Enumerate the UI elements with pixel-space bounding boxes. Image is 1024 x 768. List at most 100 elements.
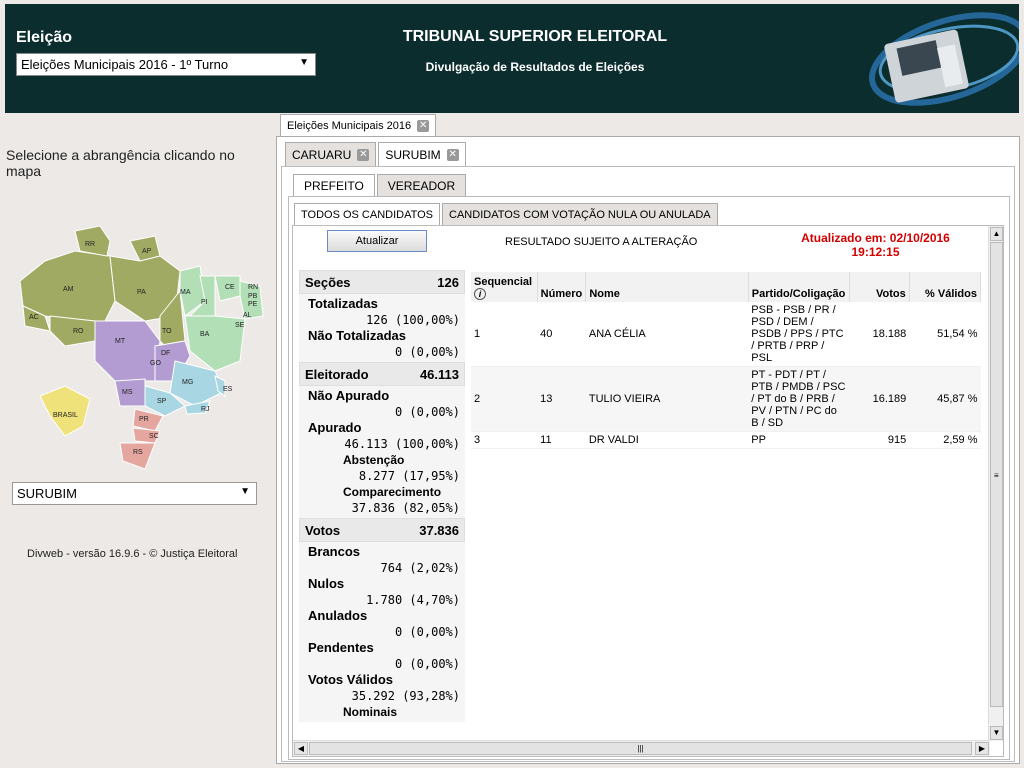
secoes-block: Totalizadas 126 (100,00%) Não Totalizada… <box>299 294 465 362</box>
scroll-left-icon[interactable]: ◀ <box>294 742 308 755</box>
cargo-tab-content: TODOS OS CANDIDATOS CANDIDATOS COM VOTAÇÃ… <box>288 196 1010 760</box>
anulados-value: 0 (0,00%) <box>394 625 460 639</box>
table-header-row: Sequencial i Número Nome Partido/Coligaç… <box>471 272 982 302</box>
close-icon[interactable]: ✕ <box>357 148 370 161</box>
atualizado-date: Atualizado em: 02/10/2016 <box>801 231 950 245</box>
col-validos[interactable]: % Válidos <box>909 272 982 302</box>
pendentes-value: 0 (0,00%) <box>394 657 460 671</box>
map-label-se: SE <box>235 322 245 329</box>
urna-logo-icon <box>869 12 1019 106</box>
scroll-thumb[interactable]: ≡ <box>990 242 1003 707</box>
table-row[interactable]: 3 11 DR VALDI PP 915 2,59 % <box>471 431 981 449</box>
grip-icon: ≡ <box>994 471 999 480</box>
vertical-scrollbar[interactable]: ▲ ≡ ▼ <box>988 226 1003 741</box>
pendentes-label: Pendentes <box>308 640 374 655</box>
apurado-value: 46.113 (100,00%) <box>344 437 460 451</box>
municipio-select-value: SURUBIM <box>17 486 77 501</box>
eleicao-select[interactable]: Eleições Municipais 2016 - 1º Turno ▼ <box>16 53 316 76</box>
cell-seq: 2 <box>471 366 538 432</box>
scroll-right-icon[interactable]: ▶ <box>975 742 989 755</box>
cell-numero: 11 <box>537 431 586 449</box>
tab-eleicao-municipais-2016[interactable]: Eleições Municipais 2016 ✕ <box>280 114 437 136</box>
map-label-pr: PR <box>139 416 149 423</box>
cell-nome: ANA CÉLIA <box>585 302 749 367</box>
map-label-brasil: BRASIL <box>53 412 78 419</box>
cell-votos: 915 <box>849 431 910 449</box>
scroll-thumb[interactable]: ||| <box>309 742 972 755</box>
col-sequencial[interactable]: Sequencial i <box>471 272 538 302</box>
map-brasil[interactable] <box>39 385 91 437</box>
tab-caruaru[interactable]: CARUARU ✕ <box>285 142 377 166</box>
map-label-sc: SC <box>149 433 159 440</box>
col-votos[interactable]: Votos <box>849 272 910 302</box>
map-label-pa: PA <box>137 289 146 296</box>
brancos-value: 764 (2,02%) <box>380 561 460 575</box>
map-label-sp: SP <box>157 398 167 405</box>
cell-nome: TULIO VIEIRA <box>585 366 749 432</box>
map-label-pb: PB <box>248 293 258 300</box>
municipio-tabs: CARUARU ✕ SURUBIM ✕ <box>285 142 468 166</box>
table-row[interactable]: 1 40 ANA CÉLIA PSB - PSB / PR / PSD / DE… <box>471 302 981 367</box>
eleitorado-value: 46.113 <box>419 367 459 382</box>
nulos-label: Nulos <box>308 576 345 591</box>
page-title: TRIBUNAL SUPERIOR ELEITORAL <box>402 28 668 45</box>
map-label-df: DF <box>161 350 170 357</box>
table-row[interactable]: 2 13 TULIO VIEIRA PT - PDT / PT / PTB / … <box>471 366 981 432</box>
atualizar-button[interactable]: Atualizar <box>327 230 427 252</box>
page-subtitle: Divulgação de Resultados de Eleições <box>425 60 645 74</box>
eleitorado-block: Não Apurado 0 (0,00%) Apurado 46.113 (10… <box>299 386 465 518</box>
map-label-pe: PE <box>248 301 258 308</box>
tab-todos-candidatos[interactable]: TODOS OS CANDIDATOS <box>294 203 441 226</box>
cell-validos: 51,54 % <box>909 302 981 367</box>
map-label-mg: MG <box>182 379 193 386</box>
apurado-label: Apurado <box>308 420 362 435</box>
summary-secoes-header: Seções 126 <box>299 270 465 294</box>
eleicao-select-value: Eleições Municipais 2016 - 1º Turno <box>21 57 229 72</box>
cell-numero: 40 <box>537 302 586 367</box>
tab-label: Eleições Municipais 2016 <box>287 119 412 132</box>
map-state-rs[interactable] <box>119 442 156 470</box>
tab-vereador[interactable]: VEREADOR <box>376 174 467 197</box>
horizontal-scrollbar[interactable]: ◀ ||| ▶ <box>293 740 990 756</box>
version-footer: Divweb - versão 16.9.6 - © Justiça Eleit… <box>27 548 238 560</box>
map-label-to: TO <box>162 328 172 335</box>
col-nome[interactable]: Nome <box>585 272 749 302</box>
header-banner: Eleição Eleições Municipais 2016 - 1º Tu… <box>5 4 1019 113</box>
comparecimento-value: 37.836 (82,05%) <box>351 501 460 515</box>
info-icon[interactable]: i <box>474 288 486 300</box>
cell-partido: PSB - PSB / PR / PSD / DEM / PSDB / PPS … <box>748 302 850 367</box>
brazil-map[interactable]: RR AP AM PA MA CE RN PB PE AL SE PI AC R… <box>15 221 275 471</box>
municipio-select[interactable]: SURUBIM ▼ <box>12 482 257 505</box>
tab-prefeito[interactable]: PREFEITO <box>293 174 375 197</box>
map-label-rn: RN <box>248 284 258 291</box>
map-label-ap: AP <box>142 248 152 255</box>
tab-surubim[interactable]: SURUBIM ✕ <box>378 142 466 166</box>
left-panel: Selecione a abrangência clicando no mapa <box>5 116 273 764</box>
comparecimento-label: Comparecimento <box>343 485 442 499</box>
cell-numero: 13 <box>537 366 586 432</box>
votos-label: Votos <box>305 523 341 538</box>
abstencao-value: 8.277 (17,95%) <box>358 469 460 483</box>
col-numero[interactable]: Número <box>537 272 587 302</box>
scroll-up-icon[interactable]: ▲ <box>990 227 1003 241</box>
map-label-ma: MA <box>180 289 191 296</box>
totalizadas-value: 126 (100,00%) <box>366 313 460 327</box>
nao-apurado-value: 0 (0,00%) <box>394 405 460 419</box>
map-label-go: GO <box>150 360 161 367</box>
nao-totalizadas-label: Não Totalizadas <box>308 328 407 343</box>
col-partido[interactable]: Partido/Coligação <box>748 272 850 302</box>
map-state-mt[interactable] <box>94 320 161 382</box>
results-content: Atualizar RESULTADO SUJEITO A ALTERAÇÃO … <box>292 225 1004 757</box>
municipio-tab-content: PREFEITO VEREADOR TODOS OS CANDIDATOS CAND… <box>281 166 1015 762</box>
aviso-text: RESULTADO SUJEITO A ALTERAÇÃO <box>505 236 698 248</box>
cell-partido: PP <box>748 431 850 449</box>
close-icon[interactable]: ✕ <box>446 148 459 161</box>
tab-votacao-nula-anulada[interactable]: CANDIDATOS COM VOTAÇÃO NULA OU ANULADA <box>442 203 718 226</box>
brancos-label: Brancos <box>308 544 361 559</box>
nao-apurado-label: Não Apurado <box>308 388 390 403</box>
close-icon[interactable]: ✕ <box>417 119 430 132</box>
map-label-ce: CE <box>225 284 235 291</box>
scroll-down-icon[interactable]: ▼ <box>990 726 1003 740</box>
summary-votos-header: Votos 37.836 <box>299 518 465 542</box>
cell-seq: 3 <box>471 431 538 449</box>
